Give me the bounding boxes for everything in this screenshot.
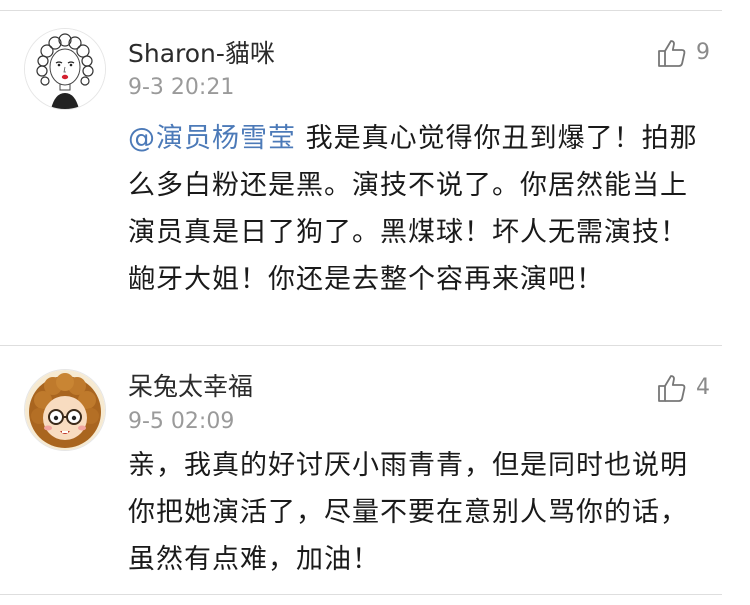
- comment-divider: [0, 594, 722, 595]
- cartoon-girl-avatar-icon: [25, 370, 105, 450]
- mention-link[interactable]: @演员杨雪莹: [128, 123, 296, 154]
- thumbs-up-icon: [656, 37, 688, 69]
- thumbs-up-icon: [656, 372, 688, 404]
- comment-item: Sharon-貓咪 9-3 20:21 9 @演员杨雪莹 我是真心觉得你丑到爆了…: [0, 11, 750, 345]
- comment-item: 呆兔太幸福 9-5 02:09 4 亲，我真的好讨厌小雨青青，但是同时也说明你把…: [0, 346, 750, 594]
- like-count: 9: [696, 40, 710, 65]
- timestamp: 9-3 20:21: [128, 75, 235, 100]
- avatar[interactable]: [24, 28, 106, 110]
- like-button[interactable]: 9: [656, 36, 710, 70]
- username[interactable]: Sharon-貓咪: [128, 39, 275, 69]
- comment-text: 亲，我真的好讨厌小雨青青，但是同时也说明你把她演活了，尽量不要在意别人骂你的话，…: [128, 450, 688, 575]
- comment-text: @演员杨雪莹 我是真心觉得你丑到爆了！拍那么多白粉还是黑。演技不说了。你居然能当…: [128, 115, 702, 303]
- timestamp: 9-5 02:09: [128, 409, 235, 434]
- sketch-woman-avatar-icon: [25, 29, 105, 109]
- username[interactable]: 呆兔太幸福: [128, 372, 253, 402]
- like-button[interactable]: 4: [656, 371, 710, 405]
- avatar[interactable]: [24, 369, 106, 451]
- like-count: 4: [696, 375, 710, 400]
